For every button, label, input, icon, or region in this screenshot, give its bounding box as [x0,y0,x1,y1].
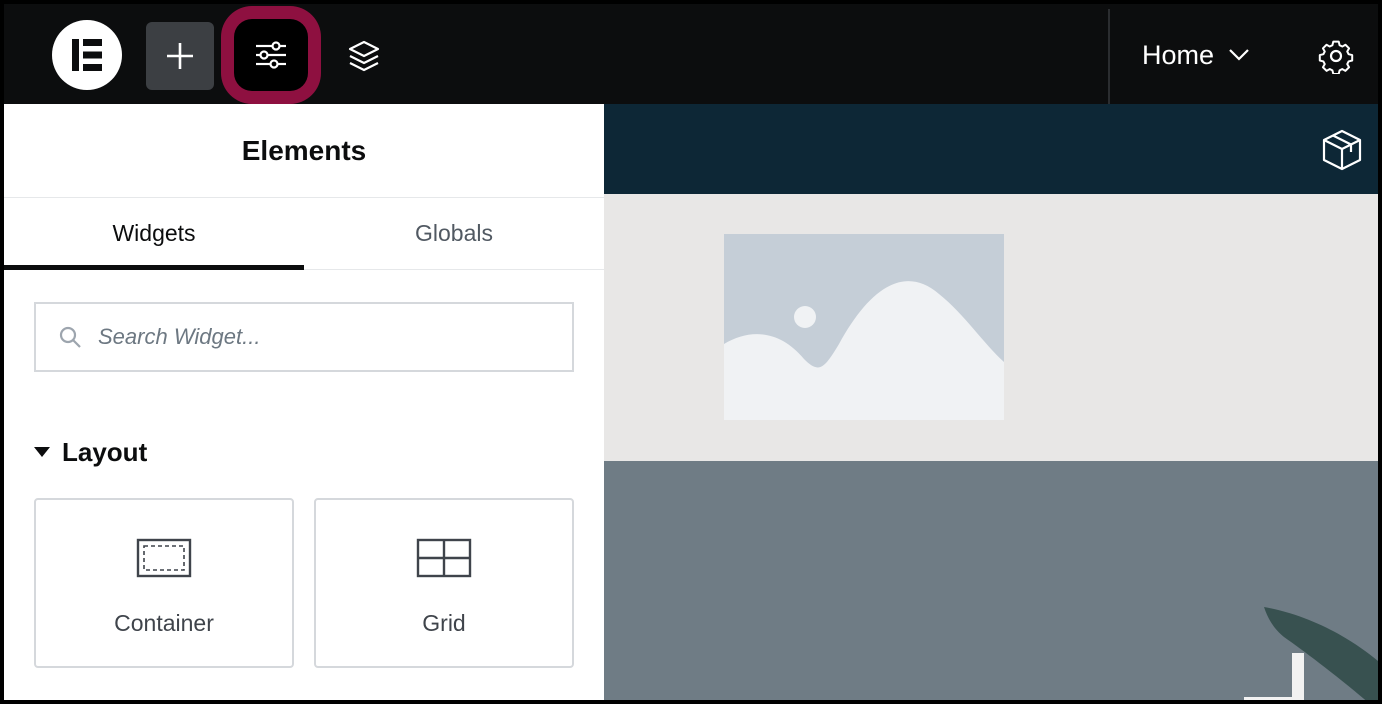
image-section[interactable] [604,194,1378,461]
structure-button[interactable] [334,24,394,88]
image-placeholder-icon[interactable] [724,234,1004,420]
topbar-divider [1108,9,1110,104]
leaf-decoration-icon [1244,607,1378,700]
panel-title: Elements [4,104,604,198]
elementor-logo-icon [72,39,102,71]
sliders-icon [256,41,286,69]
hero-section[interactable] [604,461,1378,700]
widget-label: Grid [422,610,466,636]
caret-down-icon [34,447,50,457]
search-icon [59,326,81,348]
canvas-header-section[interactable] [604,104,1378,194]
site-settings-button[interactable] [234,19,308,91]
chevron-down-icon [1229,49,1249,61]
layers-icon [348,40,380,72]
widget-label: Container [114,610,214,636]
editor-window: Home Elements Widgets Globals Layout [0,0,1382,704]
page-selector[interactable]: Home [1142,32,1250,78]
add-element-button[interactable] [146,22,214,90]
plus-icon [167,43,193,69]
widget-grid[interactable]: Grid [314,498,574,668]
page-name: Home [1142,39,1215,70]
container-icon [136,538,192,578]
grid-icon [416,538,472,578]
page-canvas [604,104,1378,700]
search-box [34,302,574,372]
tab-globals[interactable]: Globals [304,198,604,270]
elementor-logo-button[interactable] [52,20,122,90]
settings-button[interactable] [1310,30,1362,82]
section-title: Layout [62,436,148,467]
layout-section-toggle[interactable]: Layout [34,432,147,472]
elements-panel: Elements Widgets Globals Layout Containe… [4,104,604,700]
cube-icon[interactable] [1320,128,1364,172]
tab-widgets[interactable]: Widgets [4,198,304,270]
widget-container[interactable]: Container [34,498,294,668]
gear-icon [1318,40,1354,74]
top-bar: Home [4,4,1378,104]
search-input[interactable] [96,323,540,351]
